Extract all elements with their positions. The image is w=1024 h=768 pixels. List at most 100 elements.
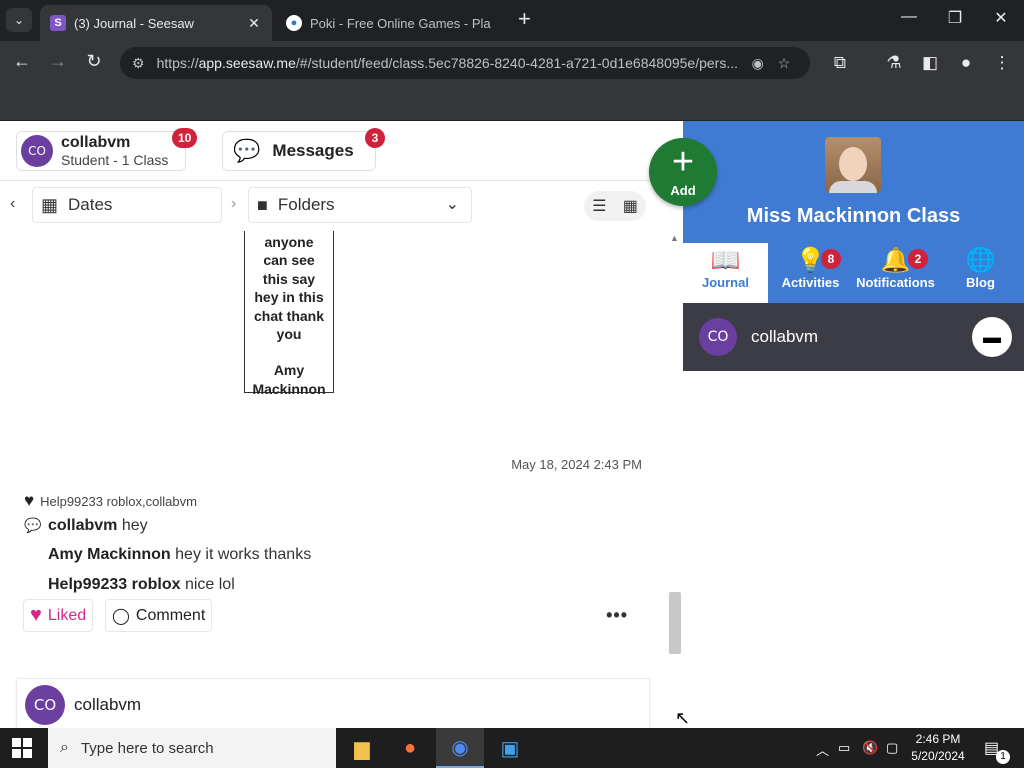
liked-by-names: Help99233 roblox,collabvm (40, 493, 197, 509)
heart-icon: ♥ (24, 491, 35, 510)
more-options-icon[interactable]: ••• (606, 605, 628, 626)
messages-badge: 3 (365, 128, 385, 148)
folder-icon[interactable]: ▬ (972, 317, 1012, 357)
notification-count: 1 (996, 750, 1010, 764)
restore-icon[interactable]: ❐ (940, 8, 970, 28)
tab-label: Notifications (856, 275, 935, 290)
windows-start-icon[interactable] (12, 738, 32, 758)
eye-icon[interactable]: ◉ (752, 55, 764, 72)
comment-text: hey (121, 517, 148, 534)
user-switcher[interactable]: CO collabvm Student - 1 Class (16, 131, 186, 171)
file-explorer-icon[interactable]: ▆ (338, 728, 386, 768)
comment-button[interactable]: ◯ Comment (105, 599, 213, 632)
calendar-view-icon[interactable]: ▦ (623, 196, 638, 216)
tab-search-button[interactable]: ⌄ (6, 8, 32, 32)
list-view-icon[interactable]: ☰ (592, 196, 606, 216)
taskbar-search[interactable]: ⌕ Type here to search (48, 728, 336, 768)
dates-filter[interactable]: ▦ Dates (32, 187, 222, 223)
volume-muted-icon[interactable]: 🔇 (862, 740, 878, 756)
folders-filter[interactable]: ■ Folders ⌄ (248, 187, 472, 223)
note-line: anyone (264, 234, 314, 250)
clock-time: 2:46 PM (915, 732, 961, 746)
tab-label: Activities (781, 275, 840, 290)
chrome-icon[interactable]: ◉ (436, 728, 484, 768)
firefox-icon[interactable]: ● (386, 728, 434, 768)
comment-author: Amy Mackinnon (48, 546, 171, 563)
network-icon[interactable]: ▭ (838, 740, 850, 756)
heart-filled-icon: ♥ (30, 604, 42, 626)
note-line: chat thank (253, 307, 324, 324)
tab-label: Journal (702, 275, 749, 290)
class-name: Miss Mackinnon Class (746, 205, 961, 227)
back-icon[interactable]: ← (10, 51, 34, 72)
side-panel-icon[interactable]: ◧ (918, 53, 942, 73)
liked-button[interactable]: ♥ Liked (23, 599, 94, 632)
note-line (245, 343, 333, 361)
view-toggle: ☰ ▦ (584, 191, 646, 221)
liked-label: Liked (47, 606, 87, 624)
post-note-image[interactable]: anyone can see this say hey in this chat… (244, 231, 334, 397)
book-icon: 📖 (710, 247, 741, 274)
minimize-icon[interactable]: — (894, 8, 924, 26)
close-window-icon[interactable]: ✕ (986, 8, 1016, 28)
extensions-icon[interactable]: ⧉ (828, 53, 852, 73)
comment-icon: ◯ (112, 607, 130, 625)
scrollbar-thumb[interactable] (669, 592, 681, 654)
note-line: you (276, 326, 302, 343)
seesaw-favicon-icon: S (50, 15, 66, 31)
student-row[interactable]: CO collabvm ▬ (683, 303, 1024, 371)
comment-text: hey it works thanks (175, 546, 312, 563)
folders-label: Folders (277, 195, 335, 214)
liked-by: ♥ Help99233 roblox,collabvm (24, 491, 197, 511)
comment-author: Help99233 roblox (48, 576, 181, 593)
tab-blog[interactable]: 🌐 Blog (938, 243, 1023, 303)
journal-post: anyone can see this say hey in this chat… (16, 231, 650, 658)
address-bar[interactable]: ⚙ https://app.seesaw.me/#/student/feed/c… (120, 47, 810, 79)
display-icon[interactable]: ▢ (886, 740, 898, 756)
tray-chevron-up-icon[interactable]: ︿ (816, 740, 829, 759)
lab-flask-icon[interactable]: ⚗ (882, 53, 906, 73)
comment-author: collabvm (48, 517, 118, 534)
bookmarks-bar (0, 85, 1024, 121)
profile-icon[interactable]: ● (954, 53, 978, 73)
tab-journal[interactable]: 📖 Journal (683, 243, 768, 303)
comment-bubble-icon: 💬 (24, 517, 42, 533)
taskbar-clock[interactable]: 2:46 PM 5/20/2024 (908, 731, 968, 765)
close-tab-icon[interactable]: ✕ (246, 15, 262, 32)
note-line: this say (262, 270, 316, 287)
avatar: CO (25, 685, 65, 725)
menu-kebab-icon[interactable]: ⋮ (990, 53, 1014, 73)
clock-date: 5/20/2024 (911, 749, 965, 763)
post-author: collabvm (74, 695, 142, 714)
tab-activities[interactable]: 💡 Activities (768, 243, 853, 303)
forward-icon[interactable]: → (46, 51, 70, 72)
chevron-left-icon[interactable]: ‹ (10, 195, 15, 213)
messages-button[interactable]: 💬 Messages (222, 131, 376, 171)
chat-bubbles-icon: 💬 (233, 138, 261, 163)
scroll-up-arrow-icon[interactable]: ▲ (670, 233, 679, 243)
post-timestamp: May 18, 2024 2:43 PM (511, 457, 642, 472)
avatar: CO (699, 318, 737, 356)
chevron-right-icon[interactable]: › (231, 195, 236, 213)
tab-title: (3) Journal - Seesaw (74, 15, 194, 31)
browser-tab-strip: ⌄ S (3) Journal - Seesaw ✕ ● Poki - Free… (0, 0, 1024, 41)
class-panel: Miss Mackinnon Class 📖 Journal 💡 Activit… (683, 121, 1024, 728)
journal-post: CO collabvm (16, 678, 650, 728)
tab-label: Blog (966, 275, 995, 290)
reload-icon[interactable]: ↻ (82, 51, 106, 72)
user-badge: 10 (172, 128, 198, 148)
comment-label: Comment (135, 606, 206, 624)
note-line: can see (263, 252, 315, 269)
calendar-icon: ▦ (41, 194, 59, 215)
note-line: hey in this (254, 289, 324, 306)
new-tab-icon[interactable]: + (518, 8, 531, 30)
tab-poki[interactable]: ● Poki - Free Online Games - Pla (276, 5, 508, 41)
comment: Help99233 roblox nice lol (48, 576, 235, 594)
add-button[interactable]: + Add (649, 138, 717, 206)
poki-favicon-icon: ● (286, 15, 302, 31)
bookmark-star-icon[interactable]: ☆ (778, 55, 791, 72)
comment: Amy Mackinnon hey it works thanks (48, 546, 311, 564)
tab-seesaw-journal[interactable]: S (3) Journal - Seesaw ✕ (40, 5, 272, 41)
site-info-icon[interactable]: ⚙ (132, 55, 145, 72)
photos-icon[interactable]: ▣ (486, 728, 534, 768)
